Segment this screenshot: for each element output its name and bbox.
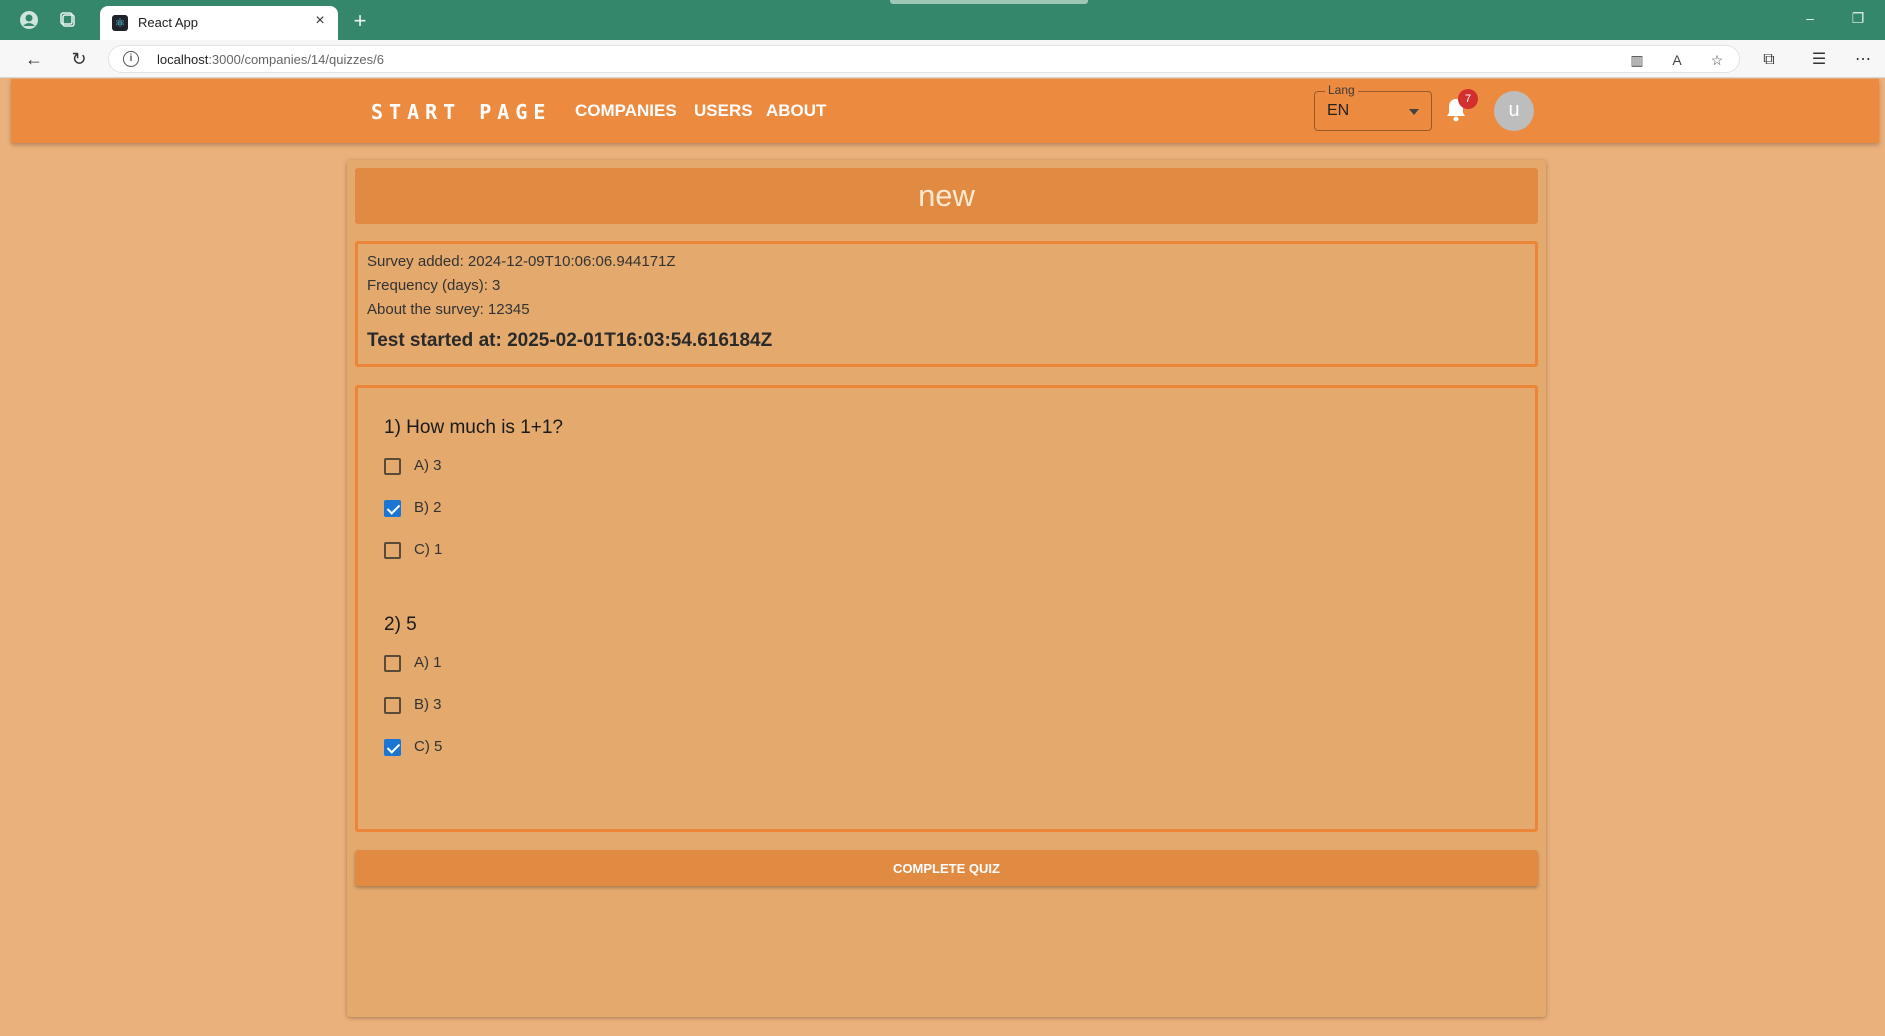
- notification-badge: 7: [1458, 89, 1478, 109]
- reload-icon[interactable]: ↻: [67, 47, 91, 71]
- about-survey-text: About the survey: 12345: [367, 301, 530, 318]
- browser-toolbar: ← ↻ i localhost:3000/companies/14/quizze…: [0, 40, 1885, 78]
- checkbox-checked-icon[interactable]: [384, 739, 401, 756]
- nav-users[interactable]: USERS: [694, 101, 753, 121]
- browser-titlebar: ⚛ React App × + – ❐: [0, 0, 1885, 40]
- quiz-title-bar: new: [355, 168, 1538, 224]
- address-bar[interactable]: i localhost:3000/companies/14/quizzes/6 …: [108, 45, 1740, 73]
- window-drag-strip: [890, 0, 1088, 4]
- checkbox-unchecked-icon[interactable]: [384, 655, 401, 672]
- reader-view-icon[interactable]: ▥: [1627, 50, 1647, 70]
- complete-quiz-button[interactable]: COMPLETE QUIZ: [355, 850, 1538, 886]
- answer-option-label: A) 3: [414, 457, 442, 474]
- url-text: localhost:3000/companies/14/quizzes/6: [157, 52, 384, 67]
- brand-link[interactable]: START PAGE: [371, 100, 551, 124]
- favorite-star-icon[interactable]: ☆: [1707, 50, 1727, 70]
- language-select-value: EN: [1327, 102, 1350, 119]
- quiz-info-box: Survey added: 2024-12-09T10:06:06.944171…: [355, 241, 1538, 367]
- url-host: localhost: [157, 52, 209, 67]
- question-title: 1) How much is 1+1?: [384, 417, 563, 438]
- answer-option-label: B) 3: [414, 696, 442, 713]
- checkbox-unchecked-icon[interactable]: [384, 458, 401, 475]
- answer-option-label: C) 1: [414, 541, 443, 558]
- read-aloud-icon[interactable]: A: [1667, 50, 1687, 70]
- answer-option-label: C) 5: [414, 738, 443, 755]
- answer-option-label: A) 1: [414, 654, 442, 671]
- more-menu-icon[interactable]: ⋯: [1852, 49, 1874, 71]
- chevron-down-icon: [1409, 109, 1419, 115]
- nav-companies[interactable]: COMPANIES: [575, 101, 677, 121]
- checkbox-unchecked-icon[interactable]: [384, 697, 401, 714]
- minimize-icon[interactable]: –: [1800, 10, 1820, 26]
- favorites-icon[interactable]: ☰: [1808, 49, 1830, 71]
- frequency-text: Frequency (days): 3: [367, 277, 501, 294]
- profile-icon[interactable]: [19, 10, 39, 30]
- checkbox-checked-icon[interactable]: [384, 500, 401, 517]
- test-started-text: Test started at: 2025-02-01T16:03:54.616…: [367, 330, 773, 351]
- new-tab-button[interactable]: +: [348, 8, 372, 34]
- restore-icon[interactable]: ❐: [1848, 10, 1868, 27]
- app-header: START PAGE COMPANIES USERS ABOUT Lang EN…: [11, 79, 1879, 143]
- user-avatar[interactable]: u: [1494, 91, 1534, 131]
- extensions-icon[interactable]: ⧉: [1758, 49, 1780, 71]
- survey-added-text: Survey added: 2024-12-09T10:06:06.944171…: [367, 253, 676, 270]
- browser-tab[interactable]: ⚛ React App ×: [100, 6, 338, 40]
- url-path: :3000/companies/14/quizzes/6: [208, 52, 384, 67]
- questions-box: 1) How much is 1+1? A) 3 B) 2 C) 1 2) 5 …: [355, 385, 1538, 832]
- checkbox-unchecked-icon[interactable]: [384, 542, 401, 559]
- language-select[interactable]: Lang EN: [1314, 83, 1432, 131]
- site-info-icon[interactable]: i: [123, 51, 139, 67]
- question-title: 2) 5: [384, 614, 417, 635]
- react-favicon-icon: ⚛: [112, 15, 128, 31]
- tab-close-icon[interactable]: ×: [310, 12, 330, 30]
- back-arrow-icon[interactable]: ←: [22, 47, 46, 71]
- nav-about[interactable]: ABOUT: [766, 101, 826, 121]
- language-select-label: Lang: [1325, 83, 1358, 97]
- quiz-title: new: [918, 178, 975, 213]
- tab-title: React App: [138, 15, 198, 30]
- workspaces-icon[interactable]: [58, 10, 78, 30]
- quiz-card: new Survey added: 2024-12-09T10:06:06.94…: [347, 160, 1546, 1017]
- answer-option-label: B) 2: [414, 499, 442, 516]
